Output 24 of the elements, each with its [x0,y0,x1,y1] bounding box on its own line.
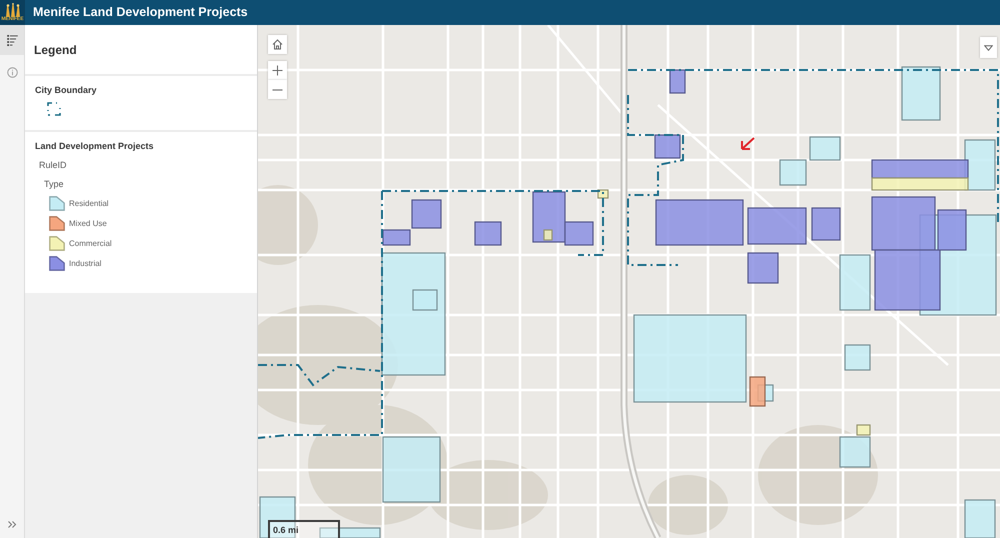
zoom-in-button[interactable] [268,61,287,80]
zoom-out-button[interactable] [268,80,287,99]
dropdown-button[interactable] [980,37,997,58]
app-title: Menifee Land Development Projects [33,4,248,22]
home-icon [272,39,283,50]
plus-icon [272,65,283,76]
boundary-symbol-icon [47,102,61,116]
class-label: Mixed Use [69,218,107,230]
double-chevron-icon [8,520,16,528]
legend-list-icon [6,34,18,46]
minus-icon [272,88,283,90]
field-label: RuleID [39,159,68,172]
info-icon [6,66,18,78]
class-label: Industrial [69,258,102,270]
scale-bar: 0.6 mi [268,520,340,538]
caret-icon [984,44,993,50]
class-label: Residential [69,198,109,210]
layer-title: City Boundary [35,84,98,97]
group-label: Type [44,178,65,191]
home-button[interactable] [268,35,287,54]
layer-title: Land Development Projects [35,140,155,153]
legend-heading: Legend [34,42,77,58]
class-label: Commercial [69,238,112,250]
legend-tab[interactable] [0,25,24,55]
